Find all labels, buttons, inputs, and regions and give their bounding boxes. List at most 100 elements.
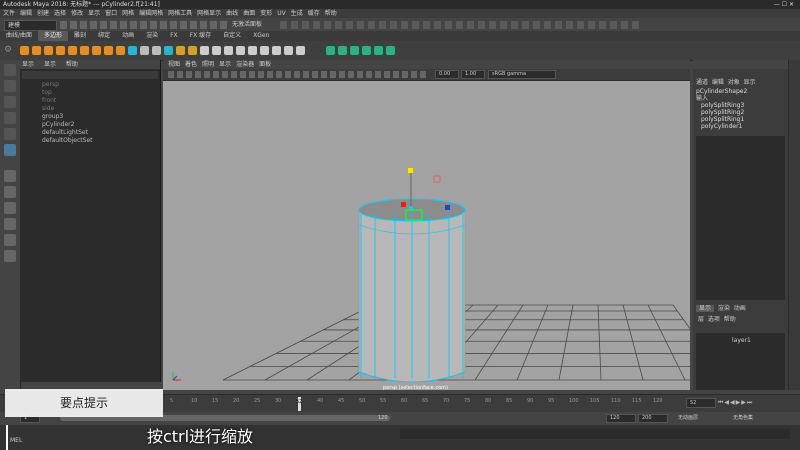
layer-item[interactable]: layer1 [732,337,785,344]
shelf-tool-icon[interactable] [272,46,281,55]
colorspace-dropdown[interactable]: sRGB gamma [488,70,556,79]
menu-item[interactable]: 帮助 [325,10,337,17]
input-node[interactable]: polySplitRing1 [701,116,744,123]
outliner-menu-item[interactable]: 帮助 [66,61,78,68]
menu-item[interactable]: 网格显示 [197,10,221,17]
shelf-tab[interactable]: 自定义 [217,31,247,41]
cylinder-mesh[interactable] [358,198,466,383]
shelf-tool-icon[interactable] [128,46,137,55]
menu-item[interactable]: 生成 [291,10,303,17]
outliner-menu-item[interactable]: 显示 [44,61,56,68]
menu-item[interactable]: 网格工具 [168,10,192,17]
layer-menu-item[interactable]: 帮助 [724,316,736,323]
gamma-field-a[interactable]: 0.00 [435,70,459,79]
layer-tab[interactable]: 动画 [734,305,746,312]
viewport-menu-item[interactable]: 照明 [202,61,214,68]
outliner-item[interactable]: defaultObjectSet [20,137,160,145]
char-set-dropdown[interactable]: 无角色集 [733,414,753,421]
shelf-tool-icon[interactable] [200,46,209,55]
outliner-item[interactable]: front [20,97,160,105]
y-handle[interactable] [408,168,413,173]
side-tab-strip[interactable] [788,60,800,390]
frame-field[interactable]: 52 [686,398,716,408]
gamma-field-b[interactable]: 1.00 [461,70,485,79]
layout-single-icon[interactable] [4,170,16,182]
layer-menu-item[interactable]: 选项 [708,316,720,323]
layer-tab[interactable]: 显示 [696,305,715,312]
window-controls[interactable]: — ☐ ✕ [774,0,794,9]
paint-select-icon[interactable] [4,96,16,108]
channel-tab[interactable]: 编辑 [712,79,724,86]
shelf-tab[interactable]: FX 缓存 [184,31,217,41]
shelf-tab[interactable]: 雕刻 [68,31,92,41]
select-tool-icon[interactable] [4,64,16,76]
shelf-tool-icon[interactable] [92,46,101,55]
outliner-item[interactable]: persp [20,81,160,89]
menu-item[interactable]: 曲线 [226,10,238,17]
input-node[interactable]: polySplitRing2 [701,109,744,116]
layout-stack-icon[interactable] [4,218,16,230]
shelf-tab[interactable]: XGen [247,31,275,41]
input-node[interactable]: polySplitRing3 [701,102,744,109]
layout-four-icon[interactable] [4,186,16,198]
shelf-tool-icon[interactable] [296,46,305,55]
shape-name[interactable]: pCylinderShape2 [696,88,747,95]
shelf-tool-icon[interactable] [68,46,77,55]
shelf-tool-icon[interactable] [44,46,53,55]
shelf-tab[interactable]: 曲线/曲面 [0,31,38,41]
shelf-tool-icon[interactable] [224,46,233,55]
scene-svg[interactable] [163,60,728,390]
render-icons[interactable] [280,21,640,29]
menu-item[interactable]: 编辑网格 [139,10,163,17]
shelf-tool-icon[interactable] [116,46,125,55]
viewport-menu-item[interactable]: 面板 [259,61,271,68]
shelf-tool-icon[interactable] [152,46,161,55]
outliner-item[interactable]: defaultLightSet [20,129,160,137]
channel-tab[interactable]: 显示 [744,79,756,86]
shelf-tool-icon[interactable] [362,46,371,55]
shelf-tool-icon[interactable] [188,46,197,55]
move-tool-icon[interactable] [4,112,16,124]
shelf-tool-icon[interactable] [56,46,65,55]
menu-item[interactable]: 文件 [3,10,15,17]
shelf-tool-icon[interactable] [326,46,335,55]
menu-item[interactable]: 修改 [71,10,83,17]
menu-item[interactable]: 网格 [122,10,134,17]
menu-item[interactable]: 创建 [37,10,49,17]
menu-item[interactable]: 曲面 [243,10,255,17]
shelf-tool-icon[interactable] [104,46,113,55]
shelf-tool-icon[interactable] [140,46,149,55]
gear-icon[interactable]: ⚙ [4,45,12,55]
shelf-tool-icon[interactable] [164,46,173,55]
shelf-tool-icon[interactable] [176,46,185,55]
input-node[interactable]: polyCylinder1 [701,123,744,130]
shelf-tool-icon[interactable] [386,46,395,55]
layer-menu-item[interactable]: 层 [698,316,704,323]
shelf-tool-icon[interactable] [32,46,41,55]
outliner-menu-item[interactable]: 显示 [22,61,34,68]
shelf-tab[interactable]: 渲染 [140,31,164,41]
layout-outliner-icon[interactable] [4,234,16,246]
outliner-item[interactable]: side [20,105,160,113]
menu-item[interactable]: 选择 [54,10,66,17]
layer-tab[interactable]: 渲染 [718,305,730,312]
x-handle[interactable] [401,202,406,207]
menu-item[interactable]: 缓存 [308,10,320,17]
menu-item[interactable]: UV [277,10,286,17]
menu-item[interactable]: 显示 [88,10,100,17]
menu-item[interactable]: 窗口 [105,10,117,17]
menu-item[interactable]: 编辑 [20,10,32,17]
lasso-tool-icon[interactable] [4,80,16,92]
scale-tool-icon[interactable] [4,144,16,156]
viewport-menu-item[interactable]: 渲染器 [236,61,254,68]
max-field[interactable]: 200 [638,414,668,423]
shelf-tool-icon[interactable] [350,46,359,55]
viewport-menu-item[interactable]: 着色 [185,61,197,68]
shelf-tool-icon[interactable] [20,46,29,55]
z-handle[interactable] [445,205,450,210]
rotate-tool-icon[interactable] [4,128,16,140]
shelf-tool-icon[interactable] [260,46,269,55]
channel-tab[interactable]: 通道 [696,79,708,86]
shelf-tool-icon[interactable] [248,46,257,55]
viewport-menu-item[interactable]: 视图 [168,61,180,68]
